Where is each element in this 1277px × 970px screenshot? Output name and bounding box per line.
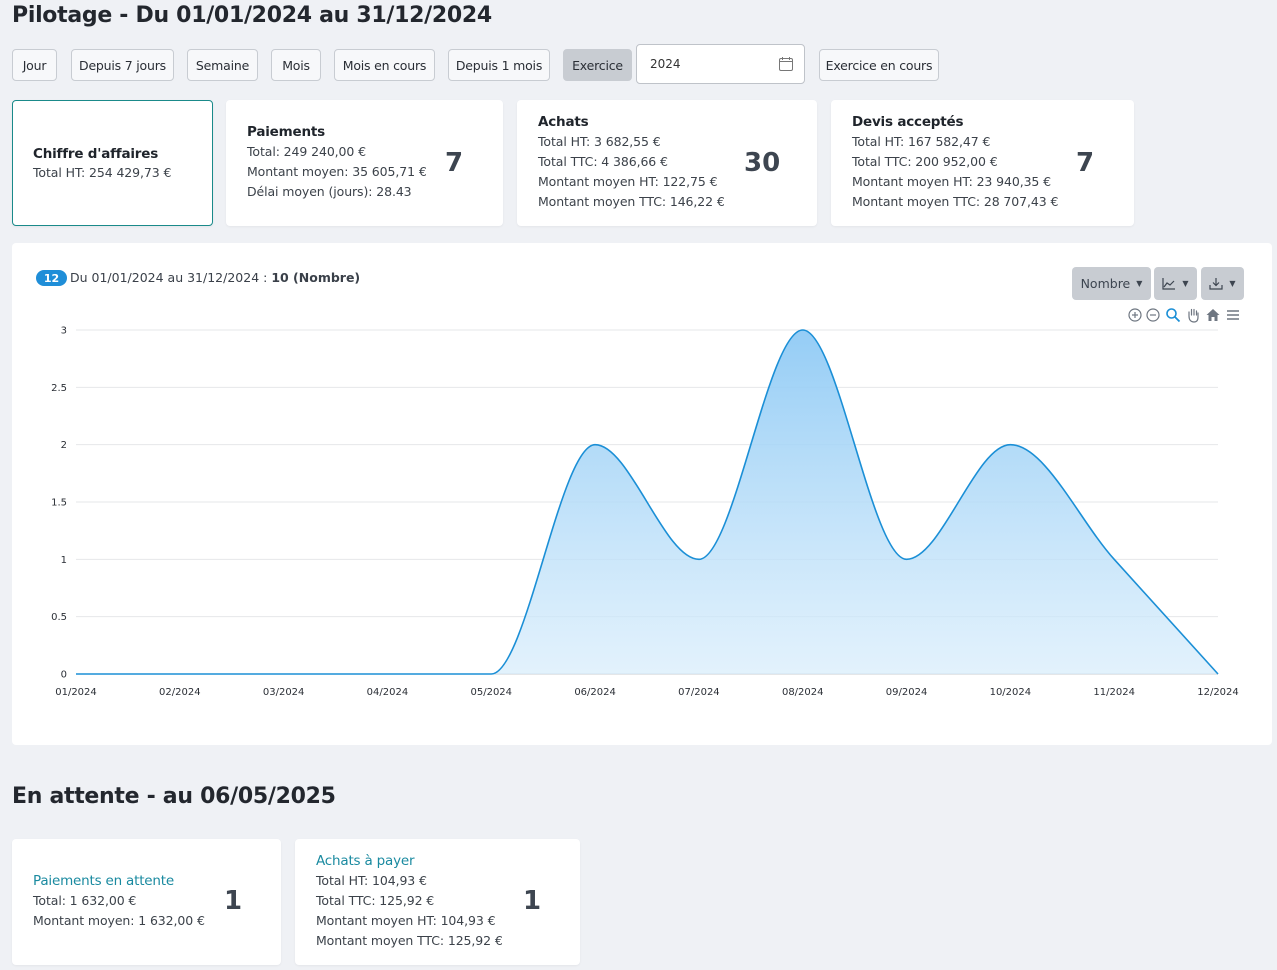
kpi-line: Montant moyen: 1 632,00 € — [33, 913, 205, 928]
filter-exercice-en-cours-button[interactable]: Exercice en cours — [819, 49, 939, 81]
kpi-line: Montant moyen HT: 104,93 € — [316, 913, 496, 928]
x-tick-label: 04/2024 — [367, 687, 409, 698]
kpi-card-achats[interactable]: Achats Total HT: 3 682,55 € Total TTC: 4… — [517, 100, 817, 226]
kpi-line: Montant moyen TTC: 146,22 € — [538, 194, 725, 209]
x-tick-label: 02/2024 — [159, 687, 201, 698]
kpi-title: Devis acceptés — [852, 114, 964, 130]
x-tick-label: 09/2024 — [886, 687, 928, 698]
area-chart: 0 0.5 1 1.5 2 2.5 3 01/2024 02/2024 03/2024 04/202… — [51, 326, 1239, 699]
filter-mois-en-cours-button[interactable]: Mois en cours — [334, 49, 435, 81]
filter-exercice-button[interactable]: Exercice — [563, 49, 632, 81]
pending-paiements-link[interactable]: Paiements en attente — [33, 873, 174, 889]
kpi-title: Chiffre d'affaires — [33, 146, 159, 162]
y-tick-label: 3 — [61, 326, 67, 337]
kpi-line: Montant moyen: 35 605,71 € — [247, 164, 427, 179]
x-tick-label: 01/2024 — [55, 687, 97, 698]
filter-jour-button[interactable]: Jour — [12, 49, 57, 81]
x-tick-label: 05/2024 — [470, 687, 512, 698]
kpi-line: Total HT: 3 682,55 € — [538, 134, 661, 149]
filter-semaine-button[interactable]: Semaine — [187, 49, 258, 81]
pending-achats-link[interactable]: Achats à payer — [316, 853, 415, 869]
y-tick-label: 0 — [61, 670, 67, 681]
x-tick-label: 03/2024 — [263, 687, 305, 698]
kpi-line: Total HT: 167 582,47 € — [852, 134, 991, 149]
filter-depuis-7-jours-button[interactable]: Depuis 7 jours — [71, 49, 174, 81]
pending-card-achats[interactable]: Achats à payer Total HT: 104,93 € Total … — [295, 839, 580, 965]
y-tick-label: 1.5 — [51, 498, 67, 509]
calendar-icon[interactable] — [778, 56, 794, 72]
filter-mois-button[interactable]: Mois — [271, 49, 321, 81]
y-tick-label: 2.5 — [51, 383, 67, 394]
page-title: Pilotage - Du 01/01/2024 au 31/12/2024 — [12, 3, 492, 28]
kpi-line: Total HT: 254 429,73 € — [33, 165, 172, 180]
kpi-title: Paiements — [247, 124, 325, 140]
kpi-title: Achats — [538, 114, 589, 130]
x-tick-label: 06/2024 — [574, 687, 616, 698]
kpi-line: Montant moyen TTC: 125,92 € — [316, 933, 503, 948]
kpi-line: Total HT: 104,93 € — [316, 873, 427, 888]
filter-depuis-1-mois-button[interactable]: Depuis 1 mois — [448, 49, 550, 81]
year-value: 2024 — [650, 57, 681, 71]
year-input[interactable]: 2024 — [636, 44, 805, 84]
kpi-line: Délai moyen (jours): 28.43 — [247, 184, 412, 199]
kpi-count: 30 — [744, 148, 781, 178]
y-tick-label: 0.5 — [51, 612, 67, 623]
y-tick-label: 2 — [61, 440, 67, 451]
x-tick-label: 08/2024 — [782, 687, 824, 698]
pending-section-title: En attente - au 06/05/2025 — [12, 784, 336, 809]
kpi-line: Total TTC: 4 386,66 € — [538, 154, 668, 169]
kpi-count: 7 — [445, 148, 464, 178]
x-tick-label: 07/2024 — [678, 687, 720, 698]
kpi-line: Total: 249 240,00 € — [247, 144, 366, 159]
period-filter-bar: Jour Depuis 7 jours Semaine Mois Mois en… — [12, 44, 1262, 84]
kpi-line: Montant moyen HT: 23 940,35 € — [852, 174, 1052, 189]
kpi-count: 1 — [224, 886, 243, 916]
kpi-line: Total TTC: 200 952,00 € — [852, 154, 998, 169]
kpi-line: Total: 1 632,00 € — [33, 893, 137, 908]
chart-panel: 12 Du 01/01/2024 au 31/12/2024 : 10 (Nom… — [12, 243, 1272, 745]
x-tick-label: 11/2024 — [1093, 687, 1135, 698]
kpi-card-devis-acceptes[interactable]: Devis acceptés Total HT: 167 582,47 € To… — [831, 100, 1134, 226]
y-tick-label: 1 — [61, 555, 67, 566]
kpi-count: 1 — [523, 886, 542, 916]
kpi-line: Total TTC: 125,92 € — [316, 893, 435, 908]
kpi-count: 7 — [1076, 148, 1095, 178]
kpi-line: Montant moyen HT: 122,75 € — [538, 174, 718, 189]
kpi-line: Montant moyen TTC: 28 707,43 € — [852, 194, 1059, 209]
x-tick-label: 12/2024 — [1197, 687, 1239, 698]
kpi-card-chiffre-affaires[interactable]: Chiffre d'affaires Total HT: 254 429,73 … — [12, 100, 213, 226]
kpi-card-paiements[interactable]: Paiements Total: 249 240,00 € Montant mo… — [226, 100, 503, 226]
pending-card-paiements[interactable]: Paiements en attente Total: 1 632,00 € M… — [12, 839, 281, 965]
x-tick-label: 10/2024 — [990, 687, 1032, 698]
